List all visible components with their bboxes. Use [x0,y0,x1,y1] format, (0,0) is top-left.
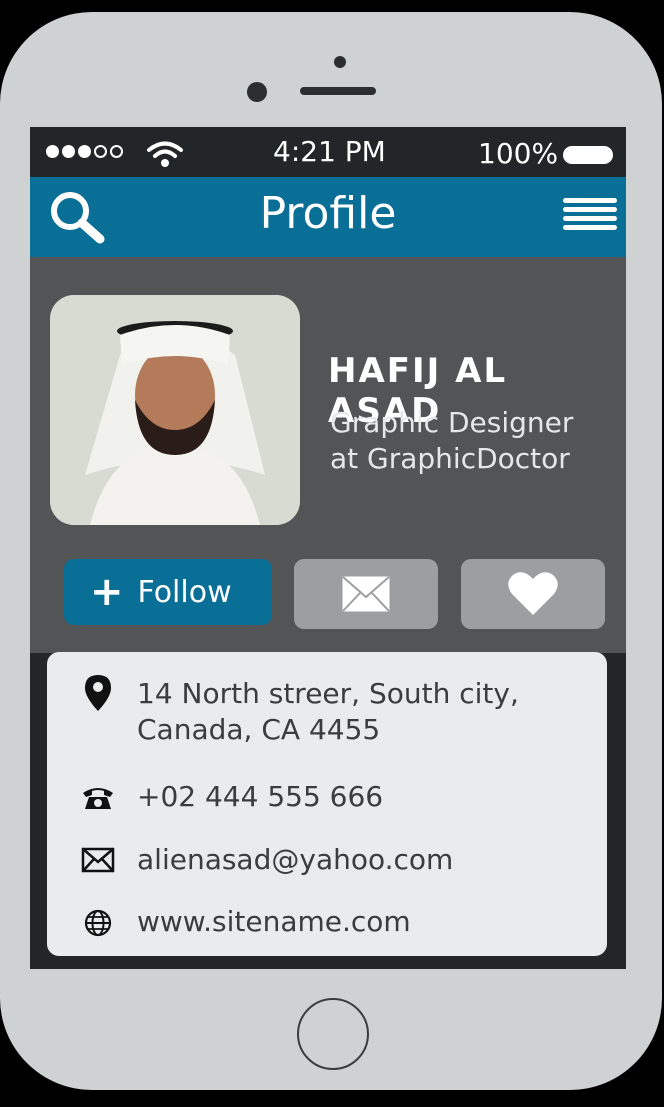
page-title: Profile [259,188,397,239]
earpiece-speaker [300,87,376,95]
profile-role-line: Graphic Designer [330,406,574,439]
app-header: Profile [30,177,626,257]
address-line: Canada, CA 4455 [137,713,381,746]
signal-strength-icon [46,145,123,158]
status-bar: 4:21 PM 100% [30,127,626,177]
home-button[interactable] [297,998,369,1070]
address-text: 14 North streer, South city, Canada, CA … [137,676,519,748]
follow-label: Follow [137,574,232,610]
battery-percent: 100% [478,137,559,170]
contact-card: 14 North streer, South city, Canada, CA … [47,652,607,956]
envelope-icon [342,576,390,612]
wifi-icon [147,141,183,167]
message-button[interactable] [294,559,438,629]
phone-screen: 4:21 PM 100% Profile HAFIJ AL ASAD Graph… [30,127,626,969]
email-text[interactable]: alienasad@yahoo.com [137,842,453,878]
website-text[interactable]: www.sitename.com [137,904,411,940]
front-camera [247,82,267,102]
profile-role-line: at GraphicDoctor [330,442,570,475]
heart-icon [508,572,558,615]
battery-icon [563,146,613,164]
like-button[interactable] [461,559,605,629]
globe-icon [81,906,115,940]
profile-section: HAFIJ AL ASAD Graphic Designer at Graphi… [30,257,626,653]
profile-role: Graphic Designer at GraphicDoctor [330,405,573,477]
follow-button[interactable]: + Follow [64,559,272,625]
phone-text[interactable]: +02 444 555 666 [137,779,383,815]
location-pin-icon [81,675,115,711]
address-line: 14 North streer, South city, [137,677,519,710]
avatar [50,295,300,525]
status-time: 4:21 PM [273,135,386,168]
envelope-icon [81,843,115,877]
phone-icon [81,780,115,814]
menu-icon[interactable] [563,198,617,238]
plus-icon: + [90,569,124,615]
front-sensor [334,56,346,68]
